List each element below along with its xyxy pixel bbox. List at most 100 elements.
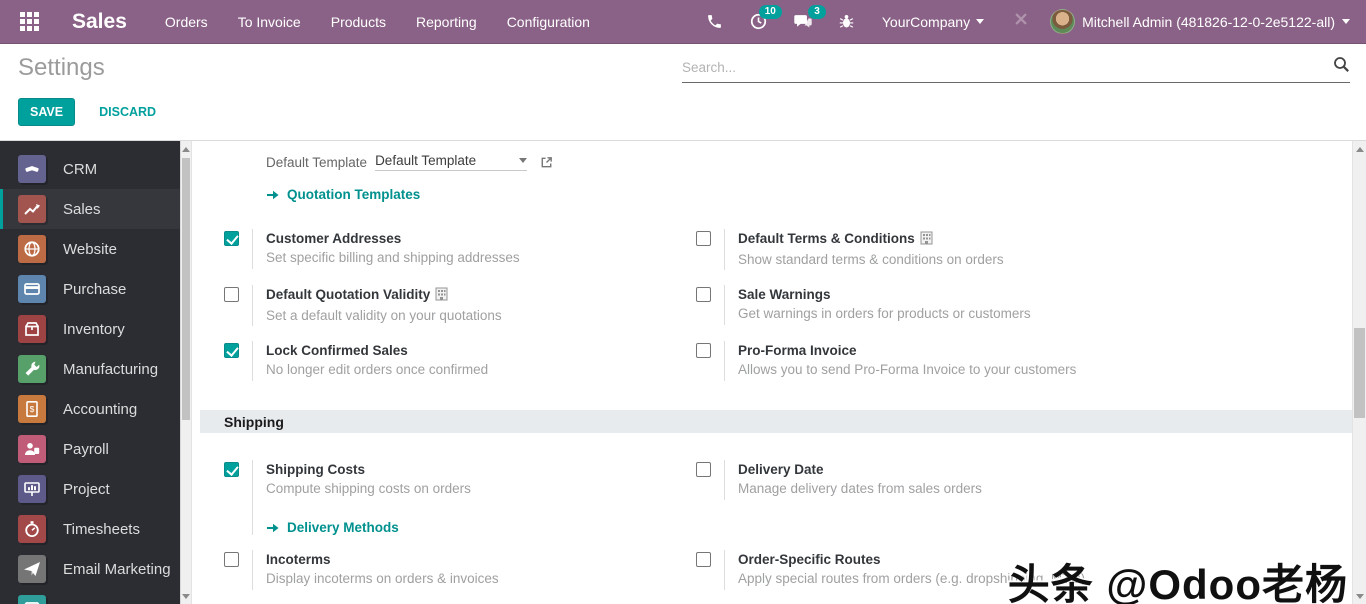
sidebar-item-project[interactable]: Project	[0, 469, 180, 509]
sidebar-item-crm[interactable]: CRM	[0, 149, 180, 189]
setting-default-terms-conditions: Default Terms & Conditions Show standard…	[696, 229, 1168, 270]
search-input[interactable]	[682, 59, 1333, 75]
setting-description: Set specific billing and shipping addres…	[266, 250, 520, 265]
control-panel: Settings SAVE DISCARD	[0, 44, 1366, 140]
sidebar-item-inventory[interactable]: Inventory	[0, 309, 180, 349]
sidebar-item-label: Inventory	[63, 320, 125, 338]
checkbox[interactable]	[224, 231, 239, 246]
checkbox[interactable]	[696, 287, 711, 302]
setting-description: Set a default validity on your quotation…	[266, 308, 502, 323]
menu-configuration[interactable]: Configuration	[507, 14, 590, 30]
sidebar-item-label: Manufacturing	[63, 360, 159, 378]
default-template-label: Default Template	[266, 154, 368, 170]
sidebar-item-label: CRM	[63, 160, 98, 178]
action-buttons: SAVE DISCARD	[18, 98, 156, 126]
checkbox[interactable]	[224, 462, 239, 477]
checkbox[interactable]	[696, 231, 711, 246]
checkbox[interactable]	[224, 343, 239, 358]
menu-to-invoice[interactable]: To Invoice	[238, 14, 301, 30]
user-avatar	[1050, 9, 1076, 34]
accounting-app-icon: $	[18, 395, 46, 423]
watermark-text: 头条 @Odoo老杨	[1007, 561, 1348, 604]
company-name: YourCompany	[881, 13, 971, 30]
bug-icon[interactable]	[830, 7, 864, 37]
disabled-tools-icon[interactable]	[1012, 10, 1030, 33]
sidebar-item-label: Purchase	[63, 280, 127, 298]
settings-content: Default Template Default Template Quotat…	[192, 141, 1352, 604]
menu-orders[interactable]: Orders	[165, 14, 208, 30]
sidebar-item-label: Timesheets	[63, 520, 140, 538]
setting-default-quotation-validity: Default Quotation Validity Set a default…	[224, 285, 696, 326]
setting-pro-forma-invoice: Pro-Forma Invoice Allows you to send Pro…	[696, 341, 1168, 381]
user-menu[interactable]: Mitchell Admin (481826-12-0-2e5122-all)	[1050, 9, 1350, 34]
external-link-icon[interactable]	[539, 155, 554, 170]
sidebar-item-website[interactable]: Website	[0, 229, 180, 269]
sidebar-item-payroll[interactable]: Payroll	[0, 429, 180, 469]
sidebar-item-manufacturing[interactable]: Manufacturing	[0, 349, 180, 389]
enterprise-upgrade-icon	[435, 287, 448, 306]
setting-title: Lock Confirmed Sales	[266, 343, 408, 358]
default-template-select[interactable]: Default Template	[375, 153, 528, 171]
chevron-down-icon	[1342, 19, 1350, 24]
setting-description: Manage delivery dates from sales orders	[738, 481, 982, 496]
sidebar-item-purchase[interactable]: Purchase	[0, 269, 180, 309]
setting-description: No longer edit orders once confirmed	[266, 362, 489, 377]
discard-button[interactable]: DISCARD	[99, 105, 156, 119]
setting-title: Default Terms & Conditions	[738, 231, 915, 246]
scroll-up-icon[interactable]	[181, 143, 191, 155]
sidebar-scrollbar[interactable]	[180, 141, 192, 604]
arrow-right-icon	[267, 190, 279, 199]
content-scrollbar[interactable]	[1352, 141, 1366, 604]
menu-products[interactable]: Products	[331, 14, 386, 30]
scroll-up-icon[interactable]	[1353, 143, 1366, 155]
setting-title: Pro-Forma Invoice	[738, 343, 857, 358]
app-brand[interactable]: Sales	[72, 10, 127, 34]
delivery-methods-link[interactable]: Delivery Methods	[266, 520, 471, 535]
search-bar	[682, 56, 1350, 83]
top-navbar: Sales Orders To Invoice Products Reporti…	[0, 0, 1366, 44]
scrollbar-thumb[interactable]	[182, 158, 190, 420]
menu-reporting[interactable]: Reporting	[416, 14, 477, 30]
setting-sale-warnings: Sale Warnings Get warnings in orders for…	[696, 285, 1168, 326]
setting-delivery-date: Delivery Date Manage delivery dates from…	[696, 460, 1168, 535]
page-title: Settings	[18, 54, 105, 81]
sidebar-item-label: Events	[63, 601, 109, 604]
checkbox[interactable]	[696, 343, 711, 358]
timesheets-app-icon	[18, 515, 46, 543]
activity-count-badge: 10	[758, 4, 782, 19]
scroll-down-icon[interactable]	[181, 590, 191, 602]
save-button[interactable]: SAVE	[18, 98, 76, 126]
sidebar-item-sales[interactable]: Sales	[0, 189, 180, 229]
inventory-app-icon	[18, 315, 46, 343]
messages-icon[interactable]: 3	[786, 4, 826, 37]
quotation-templates-link[interactable]: Quotation Templates	[266, 187, 1352, 202]
sidebar-item-events[interactable]: Events	[0, 589, 180, 604]
scrollbar-thumb[interactable]	[1354, 328, 1365, 418]
sidebar-item-label: Payroll	[63, 440, 109, 458]
setting-shipping-costs: Shipping Costs Compute shipping costs on…	[224, 460, 696, 535]
arrow-right-icon	[267, 523, 279, 532]
user-name: Mitchell Admin (481826-12-0-2e5122-all)	[1082, 13, 1335, 30]
apps-menu-icon[interactable]	[20, 11, 40, 32]
payroll-app-icon	[18, 435, 46, 463]
company-switcher[interactable]: YourCompany	[881, 13, 985, 30]
default-template-value: Default Template	[375, 153, 477, 168]
section-title: Shipping	[224, 413, 284, 430]
setting-title: Default Quotation Validity	[266, 287, 431, 302]
search-icon[interactable]	[1333, 56, 1350, 78]
sidebar-item-timesheets[interactable]: Timesheets	[0, 509, 180, 549]
checkbox[interactable]	[224, 552, 239, 567]
checkbox[interactable]	[696, 462, 711, 477]
scroll-down-icon[interactable]	[1353, 590, 1366, 602]
setting-description: Allows you to send Pro-Forma Invoice to …	[738, 362, 1077, 377]
sidebar-item-email-marketing[interactable]: Email Marketing	[0, 549, 180, 589]
chevron-down-icon	[519, 158, 528, 163]
checkbox[interactable]	[224, 287, 239, 302]
sidebar-item-accounting[interactable]: $ Accounting	[0, 389, 180, 429]
phone-icon[interactable]	[698, 7, 732, 37]
setting-lock-confirmed-sales: Lock Confirmed Sales No longer edit orde…	[224, 341, 696, 381]
activities-clock-icon[interactable]: 10	[742, 4, 782, 37]
enterprise-upgrade-icon	[920, 231, 933, 250]
setting-title: Incoterms	[266, 552, 331, 567]
checkbox[interactable]	[696, 552, 711, 567]
